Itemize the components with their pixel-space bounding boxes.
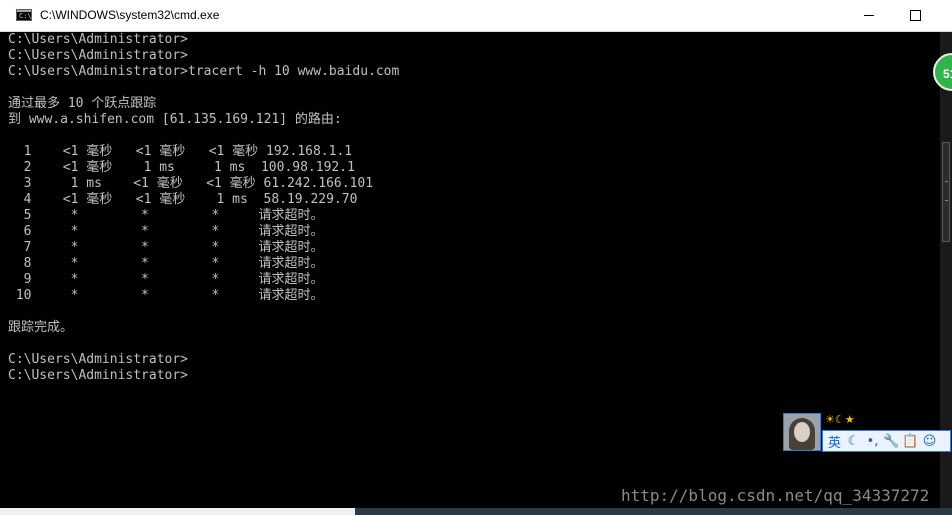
scrollbar-thumb[interactable] <box>942 142 950 242</box>
ime-status-icons: ☀☾★ <box>825 413 855 426</box>
punctuation-icon[interactable]: •, <box>864 434 881 449</box>
minimize-button[interactable] <box>846 0 892 31</box>
ime-language-toggle[interactable]: 英 <box>826 432 843 451</box>
console-line: 4 <1 毫秒 <1 毫秒 1 ms 58.19.229.70 <box>8 192 358 207</box>
smile-icon[interactable]: ☺ <box>921 434 938 449</box>
console-line: 6 * * * 请求超时。 <box>8 224 324 239</box>
console-line: 1 <1 毫秒 <1 毫秒 <1 毫秒 192.168.1.1 <box>8 144 353 159</box>
wrench-icon[interactable]: 🔧 <box>883 434 900 449</box>
console-line: 9 * * * 请求超时。 <box>8 272 324 287</box>
maximize-button[interactable] <box>892 0 938 31</box>
cmd-icon[interactable]: C:\ <box>16 9 32 21</box>
console-line: C:\Users\Administrator>tracert -h 10 www… <box>8 64 400 79</box>
console-line: 5 * * * 请求超时。 <box>8 208 324 223</box>
console-line: C:\Users\Administrator> <box>8 48 189 63</box>
console-line: C:\Users\Administrator> <box>8 352 189 367</box>
console-line: 3 1 ms <1 毫秒 <1 毫秒 61.242.166.101 <box>8 176 374 191</box>
console-line: 8 * * * 请求超时。 <box>8 256 324 271</box>
minimize-icon <box>864 15 874 16</box>
avatar[interactable] <box>783 413 821 451</box>
console-line: C:\Users\Administrator> <box>8 32 189 47</box>
maximize-icon <box>909 10 921 21</box>
ime-bar[interactable]: 英 ☾ •, 🔧 📋 ☺ <box>822 430 951 452</box>
desktop-strip <box>0 508 952 515</box>
console-line: 10 * * * 请求超时。 <box>8 288 324 303</box>
badge-count: 51 <box>943 67 952 81</box>
ime-toolbar[interactable]: ☀☾★ 英 ☾ •, 🔧 📋 ☺ <box>783 413 951 453</box>
console-line: 2 <1 毫秒 1 ms 1 ms 100.98.192.1 <box>8 160 355 175</box>
title-bar[interactable]: C:\ C:\WINDOWS\system32\cmd.exe <box>0 0 952 32</box>
clipboard-icon[interactable]: 📋 <box>902 434 919 449</box>
window-title: C:\WINDOWS\system32\cmd.exe <box>40 8 220 22</box>
console-line: 通过最多 10 个跃点跟踪 <box>8 96 157 111</box>
console-line: 7 * * * 请求超时。 <box>8 240 324 255</box>
watermark: http://blog.csdn.net/qq_34337272 <box>621 486 930 505</box>
console-line: C:\Users\Administrator> <box>8 368 189 383</box>
console-line: 跟踪完成。 <box>8 320 74 335</box>
moon-icon[interactable]: ☾ <box>845 434 862 449</box>
console-line: 到 www.a.shifen.com [61.135.169.121] 的路由: <box>8 112 342 127</box>
